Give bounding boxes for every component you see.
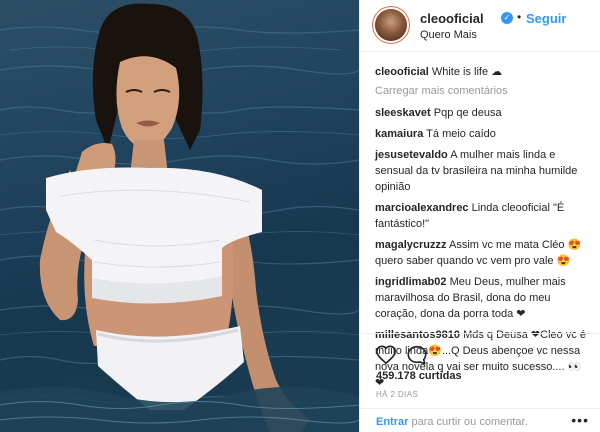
comment-bar: Entrar para curtir ou comentar. ••• [360, 408, 600, 432]
likes-count[interactable]: 459.178 curtidas [376, 370, 462, 382]
comment-item: magalycruzzz Assim vc me mata Cléo 😍 que… [375, 237, 590, 269]
post-photo[interactable] [0, 0, 359, 432]
caption: cleooficial White is life ☁ [375, 64, 590, 80]
header-username[interactable]: cleooficial [420, 11, 484, 26]
photo-illustration [0, 3, 359, 432]
location-link[interactable]: Quero Mais [420, 29, 477, 41]
heart-icon[interactable] [375, 344, 397, 366]
separator-dot: • [517, 10, 522, 24]
comment-username[interactable]: sleeskavet [375, 107, 431, 119]
verified-badge-icon: ✓ [501, 12, 513, 24]
comment-username[interactable]: marcioalexandrec [375, 202, 469, 214]
login-link[interactable]: Entrar [376, 416, 408, 428]
load-more-comments-button[interactable]: Carregar mais comentários [375, 85, 590, 97]
comment-item: kamaiura Tá meio caído [375, 126, 590, 142]
comment-item: ingridlimab02 Meu Deus, mulher mais mara… [375, 274, 590, 322]
comment-text: Tá meio caído [426, 128, 496, 140]
comment-username[interactable]: magalycruzzz [375, 239, 447, 251]
comment-item: jesusetevaldo A mulher mais linda e sens… [375, 147, 590, 195]
follow-button[interactable]: Seguir [526, 11, 566, 26]
comment-username[interactable]: ingridlimab02 [375, 276, 447, 288]
post-side-panel: cleooficial ✓ • Seguir Quero Mais cleoof… [359, 0, 600, 432]
post-actions: 459.178 curtidas HÁ 2 DIAS Entrar para c… [360, 333, 600, 432]
comment-item: marcioalexandrec Linda cleooficial "É fa… [375, 200, 590, 232]
more-options-icon[interactable]: ••• [571, 412, 589, 428]
comment-username[interactable]: jesusetevaldo [375, 149, 448, 161]
post-header: cleooficial ✓ • Seguir Quero Mais [360, 0, 600, 52]
comment-username[interactable]: kamaiura [375, 128, 423, 140]
comment-bubble-icon[interactable] [406, 344, 428, 366]
caption-text: White is life ☁ [431, 66, 503, 78]
avatar[interactable] [375, 9, 407, 41]
login-prompt: Entrar para curtir ou comentar. [376, 416, 528, 428]
comment-item: sleeskavet Pqp qe deusa [375, 105, 590, 121]
post-timestamp[interactable]: HÁ 2 DIAS [376, 390, 418, 399]
comment-text: Pqp qe deusa [433, 107, 502, 119]
caption-username[interactable]: cleooficial [375, 66, 429, 78]
login-prompt-text: para curtir ou comentar. [408, 416, 528, 428]
